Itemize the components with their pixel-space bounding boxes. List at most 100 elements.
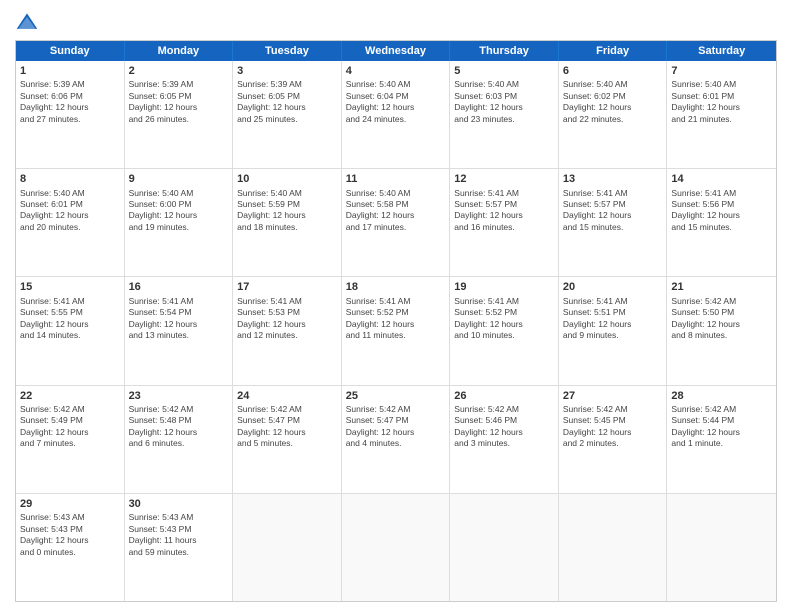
day-number: 15 [20,280,120,294]
day-cell-10: 10Sunrise: 5:40 AMSunset: 5:59 PMDayligh… [233,169,342,276]
day-number: 20 [563,280,663,294]
day-number: 7 [671,64,772,78]
day-info: Sunrise: 5:40 AMSunset: 6:03 PMDaylight:… [454,79,554,125]
day-cell-5: 5Sunrise: 5:40 AMSunset: 6:03 PMDaylight… [450,61,559,168]
day-number: 4 [346,64,446,78]
header-cell-saturday: Saturday [667,41,776,61]
day-cell-29: 29Sunrise: 5:43 AMSunset: 5:43 PMDayligh… [16,494,125,601]
day-info: Sunrise: 5:40 AMSunset: 5:58 PMDaylight:… [346,188,446,234]
header-cell-tuesday: Tuesday [233,41,342,61]
page: SundayMondayTuesdayWednesdayThursdayFrid… [0,0,792,612]
day-info: Sunrise: 5:41 AMSunset: 5:56 PMDaylight:… [671,188,772,234]
day-number: 2 [129,64,229,78]
day-info: Sunrise: 5:41 AMSunset: 5:55 PMDaylight:… [20,296,120,342]
empty-cell [233,494,342,601]
day-number: 23 [129,389,229,403]
calendar: SundayMondayTuesdayWednesdayThursdayFrid… [15,40,777,602]
day-number: 3 [237,64,337,78]
day-info: Sunrise: 5:39 AMSunset: 6:05 PMDaylight:… [129,79,229,125]
empty-cell [342,494,451,601]
day-number: 8 [20,172,120,186]
day-number: 22 [20,389,120,403]
day-cell-20: 20 Sunrise: 5:41 AMSunset: 5:51 PMDayligh… [559,277,668,384]
day-number: 29 [20,497,120,511]
day-cell-13: 13 Sunrise: 5:41 AMSunset: 5:57 PMDayligh… [559,169,668,276]
day-number: 26 [454,389,554,403]
day-cell-19: 19 Sunrise: 5:41 AMSunset: 5:52 PMDayligh… [450,277,559,384]
empty-cell [450,494,559,601]
day-info: Sunrise: 5:41 AMSunset: 5:57 PMDaylight:… [563,188,663,234]
day-cell-21: 21 Sunrise: 5:42 AMSunset: 5:50 PMDayligh… [667,277,776,384]
calendar-row-0: 1Sunrise: 5:39 AMSunset: 6:06 PMDaylight… [16,61,776,168]
day-info: Sunrise: 5:40 AMSunset: 6:02 PMDaylight:… [563,79,663,125]
day-info: Sunrise: 5:40 AMSunset: 6:01 PMDaylight:… [20,188,120,234]
day-info: Sunrise: 5:39 AMSunset: 6:06 PMDaylight:… [20,79,120,125]
day-info: Sunrise: 5:42 AMSunset: 5:49 PMDaylight:… [20,404,120,450]
day-info: Sunrise: 5:39 AMSunset: 6:05 PMDaylight:… [237,79,337,125]
day-cell-7: 7Sunrise: 5:40 AMSunset: 6:01 PMDaylight… [667,61,776,168]
day-cell-22: 22Sunrise: 5:42 AMSunset: 5:49 PMDayligh… [16,386,125,493]
day-number: 19 [454,280,554,294]
day-number: 16 [129,280,229,294]
day-number: 17 [237,280,337,294]
day-number: 21 [671,280,772,294]
day-info: Sunrise: 5:41 AMSunset: 5:51 PMDaylight:… [563,296,663,342]
day-cell-14: 14 Sunrise: 5:41 AMSunset: 5:56 PMDayligh… [667,169,776,276]
day-cell-26: 26Sunrise: 5:42 AMSunset: 5:46 PMDayligh… [450,386,559,493]
day-info: Sunrise: 5:41 AMSunset: 5:57 PMDaylight:… [454,188,554,234]
day-cell-6: 6Sunrise: 5:40 AMSunset: 6:02 PMDaylight… [559,61,668,168]
day-info: Sunrise: 5:43 AMSunset: 5:43 PMDaylight:… [20,512,120,558]
day-cell-4: 4Sunrise: 5:40 AMSunset: 6:04 PMDaylight… [342,61,451,168]
calendar-row-1: 8 Sunrise: 5:40 AMSunset: 6:01 PMDaylight… [16,168,776,276]
day-info: Sunrise: 5:41 AMSunset: 5:54 PMDaylight:… [129,296,229,342]
day-cell-11: 11 Sunrise: 5:40 AMSunset: 5:58 PMDayligh… [342,169,451,276]
logo [15,10,43,34]
calendar-row-2: 15 Sunrise: 5:41 AMSunset: 5:55 PMDayligh… [16,276,776,384]
day-info: Sunrise: 5:42 AMSunset: 5:47 PMDaylight:… [237,404,337,450]
day-number: 10 [237,172,337,186]
calendar-row-3: 22Sunrise: 5:42 AMSunset: 5:49 PMDayligh… [16,385,776,493]
header-area [15,10,777,34]
day-number: 11 [346,172,446,186]
day-cell-18: 18 Sunrise: 5:41 AMSunset: 5:52 PMDayligh… [342,277,451,384]
day-cell-28: 28Sunrise: 5:42 AMSunset: 5:44 PMDayligh… [667,386,776,493]
day-cell-17: 17 Sunrise: 5:41 AMSunset: 5:53 PMDayligh… [233,277,342,384]
day-cell-30: 30Sunrise: 5:43 AMSunset: 5:43 PMDayligh… [125,494,234,601]
day-number: 24 [237,389,337,403]
header-cell-friday: Friday [559,41,668,61]
day-cell-9: 9 Sunrise: 5:40 AMSunset: 6:00 PMDaylight… [125,169,234,276]
day-info: Sunrise: 5:42 AMSunset: 5:47 PMDaylight:… [346,404,446,450]
day-info: Sunrise: 5:40 AMSunset: 6:00 PMDaylight:… [129,188,229,234]
day-info: Sunrise: 5:40 AMSunset: 6:04 PMDaylight:… [346,79,446,125]
calendar-row-4: 29Sunrise: 5:43 AMSunset: 5:43 PMDayligh… [16,493,776,601]
header-cell-monday: Monday [125,41,234,61]
day-info: Sunrise: 5:40 AMSunset: 6:01 PMDaylight:… [671,79,772,125]
day-number: 6 [563,64,663,78]
day-cell-25: 25Sunrise: 5:42 AMSunset: 5:47 PMDayligh… [342,386,451,493]
day-info: Sunrise: 5:41 AMSunset: 5:53 PMDaylight:… [237,296,337,342]
day-info: Sunrise: 5:41 AMSunset: 5:52 PMDaylight:… [346,296,446,342]
day-number: 30 [129,497,229,511]
day-cell-27: 27Sunrise: 5:42 AMSunset: 5:45 PMDayligh… [559,386,668,493]
day-number: 13 [563,172,663,186]
header-cell-sunday: Sunday [16,41,125,61]
day-number: 12 [454,172,554,186]
day-number: 18 [346,280,446,294]
day-number: 1 [20,64,120,78]
day-cell-23: 23Sunrise: 5:42 AMSunset: 5:48 PMDayligh… [125,386,234,493]
day-cell-3: 3Sunrise: 5:39 AMSunset: 6:05 PMDaylight… [233,61,342,168]
day-cell-8: 8 Sunrise: 5:40 AMSunset: 6:01 PMDaylight… [16,169,125,276]
day-cell-12: 12 Sunrise: 5:41 AMSunset: 5:57 PMDayligh… [450,169,559,276]
day-info: Sunrise: 5:42 AMSunset: 5:44 PMDaylight:… [671,404,772,450]
logo-icon [15,10,39,34]
header-cell-thursday: Thursday [450,41,559,61]
day-number: 14 [671,172,772,186]
day-info: Sunrise: 5:42 AMSunset: 5:45 PMDaylight:… [563,404,663,450]
day-number: 28 [671,389,772,403]
day-cell-16: 16 Sunrise: 5:41 AMSunset: 5:54 PMDayligh… [125,277,234,384]
day-number: 9 [129,172,229,186]
day-number: 5 [454,64,554,78]
day-number: 25 [346,389,446,403]
day-info: Sunrise: 5:42 AMSunset: 5:50 PMDaylight:… [671,296,772,342]
day-info: Sunrise: 5:41 AMSunset: 5:52 PMDaylight:… [454,296,554,342]
